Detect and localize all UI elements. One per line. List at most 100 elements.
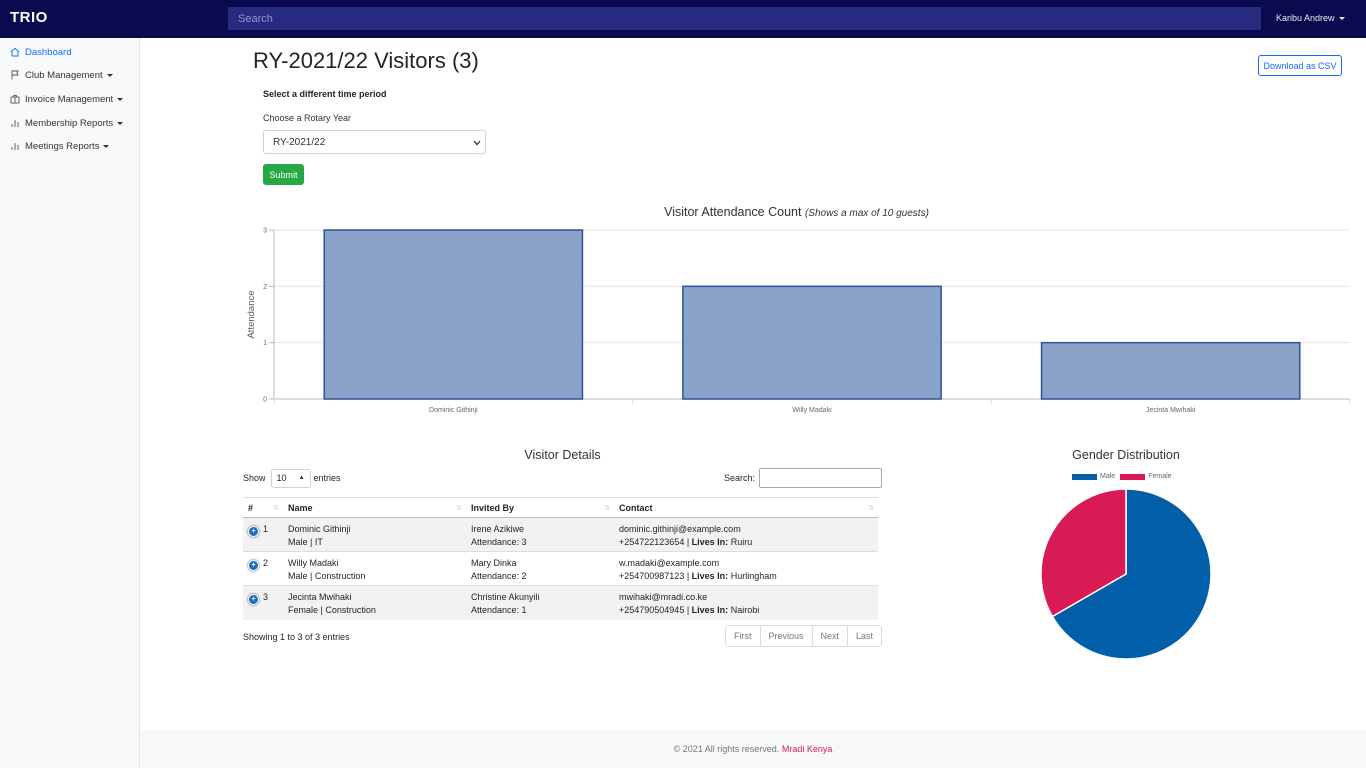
chevron-down-icon [117,121,124,125]
pie-legend: Male Female [1072,473,1177,480]
briefcase-icon [10,95,20,104]
bar-chart-title: Visitor Attendance Count (Shows a max of… [243,205,1350,219]
legend-item-male[interactable]: Male [1072,473,1115,480]
legend-label: Male [1100,473,1116,480]
download-csv-button[interactable]: Download as CSV [1258,55,1342,76]
visitor-email: w.madaki@example.com [619,558,720,568]
user-menu-label: Karibu Andrew [1276,13,1335,23]
sidebar-item-invoice-management[interactable]: Invoice Management [10,91,124,107]
sidebar-item-label: Meetings Reports [25,140,100,152]
brand-logo[interactable]: TRIO [10,9,48,26]
cell-index: +2 [243,551,283,586]
cell-invited-by: Mary Dinka Attendance: 2 [466,551,614,586]
table-search-control: Search: [724,468,883,488]
pager-first-button[interactable]: First [726,626,761,646]
bar [323,229,584,400]
visitor-details-title: Visitor Details [524,448,601,462]
expand-row-icon[interactable]: + [248,594,259,605]
legend-swatch [1120,473,1146,480]
cell-index: +1 [243,517,283,552]
bar-chart-title-text: Visitor Attendance Count [664,205,802,219]
sidebar-item-label: Club Management [25,69,103,81]
sort-icon: ⇅ [456,505,462,512]
column-header-label: Invited By [471,502,515,513]
page-length-select[interactable]: 10 ▲ [270,468,311,488]
bar [682,285,942,400]
rotary-year-select[interactable]: RY-2021/22 [263,130,486,154]
y-tick-label: 2 [263,284,267,291]
y-tick-label: 0 [263,397,267,404]
column-header-label: Name [288,502,313,513]
lives-in-label: Lives In: [691,537,729,547]
chevron-down-icon [117,97,124,101]
table-search-input[interactable] [759,468,883,488]
column-header-invited-by[interactable]: Invited By ⇅ [466,497,614,518]
attendance-count: Attendance: 1 [471,605,527,615]
chevron-down-icon [1338,17,1345,21]
sidebar-item-label: Invoice Management [25,93,114,105]
pager-next-button[interactable]: Next [813,626,849,646]
lives-in-label: Lives In: [691,571,729,581]
visitor-details-table: # ⇅ Name ⇅ Invited By ⇅ Contact ⇅ +1 Dominic… [243,497,878,620]
legend-item-female[interactable]: Female [1120,473,1172,480]
visitor-name: Dominic Githinji [288,524,351,534]
global-search-input[interactable] [228,7,1261,30]
cell-contact: w.madaki@example.com +254700987123 | Live… [614,551,878,586]
expand-row-icon[interactable]: + [248,560,259,571]
inviter-name: Irene Azikiwe [471,524,525,534]
row-index: 1 [263,524,269,534]
attendance-count: Attendance: 2 [471,571,527,581]
page-length-value: 10 [276,473,287,483]
period-heading: Select a different time period [263,89,387,99]
cell-name: Willy Madaki Male | Construction [283,551,466,586]
sort-icon: ⇅ [604,505,610,512]
y-tick-label: 1 [263,340,267,347]
column-header-label: Contact [619,502,653,513]
x-tick-label: Dominic Githinji [429,407,478,414]
column-header-name[interactable]: Name ⇅ [283,497,466,518]
sidebar-item-membership-reports[interactable]: Membership Reports [10,115,124,131]
visitor-phone: +254790504945 [619,605,685,615]
bar-chart-subtitle: (Shows a max of 10 guests) [804,208,929,219]
column-header-contact[interactable]: Contact ⇅ [614,497,878,518]
footer-link[interactable]: Mradi Kenya [782,744,833,754]
bar [1040,341,1301,400]
cell-invited-by: Irene Azikiwe Attendance: 3 [466,517,614,552]
cell-invited-by: Christine Akunyili Attendance: 1 [466,585,614,620]
pager-last-button[interactable]: Last [848,626,881,646]
attendance-bar-chart: 0 1 2 3 Attendance Dominic Githinji Willy Mada… [246,228,1351,414]
sidebar-item-dashboard[interactable]: Dashboard [10,44,71,60]
sidebar: Dashboard Club Management Invoice Manage… [0,38,140,768]
column-header-index[interactable]: # ⇅ [243,497,283,518]
cell-name: Jecinta Mwihaki Female | Construction [283,585,466,620]
visitor-meta: Female | Construction [288,605,376,615]
visitor-phone: +254700987123 [619,571,685,581]
visitor-meta: Male | Construction [288,571,366,581]
table-row: +3 Jecinta Mwihaki Female | Construction … [243,585,878,620]
sidebar-item-label: Membership Reports [25,117,114,129]
cell-name: Dominic Githinji Male | IT [283,517,466,552]
chevron-down-icon [106,73,113,77]
inviter-name: Mary Dinka [471,558,517,568]
cell-index: +3 [243,585,283,620]
submit-button[interactable]: Submit [263,164,304,185]
visitor-location: Ruiru [730,537,753,547]
sidebar-item-club-management[interactable]: Club Management [10,67,113,83]
user-menu-button[interactable]: Karibu Andrew [1276,13,1345,23]
visitor-email: dominic.githinji@example.com [619,524,741,534]
table-header-row: # ⇅ Name ⇅ Invited By ⇅ Contact ⇅ [243,497,878,518]
visitor-phone: +254722123654 [619,537,685,547]
pager-previous-button[interactable]: Previous [761,626,813,646]
y-tick-label: 3 [263,228,267,235]
table-row: +2 Willy Madaki Male | Construction Mary … [243,551,878,586]
expand-row-icon[interactable]: + [248,526,259,537]
sort-icon: ⇅ [273,505,279,512]
legend-label: Female [1148,473,1172,480]
table-row: +1 Dominic Githinji Male | IT Irene Aziki… [243,517,878,552]
sidebar-item-meetings-reports[interactable]: Meetings Reports [10,138,110,154]
gender-pie-chart [1040,488,1212,660]
visitor-email: mwihaki@mradi.co.ke [619,592,708,602]
visitor-location: Hurlingham [730,571,777,581]
rotary-year-label: Choose a Rotary Year [263,113,352,123]
visitor-meta: Male | IT [288,537,323,547]
